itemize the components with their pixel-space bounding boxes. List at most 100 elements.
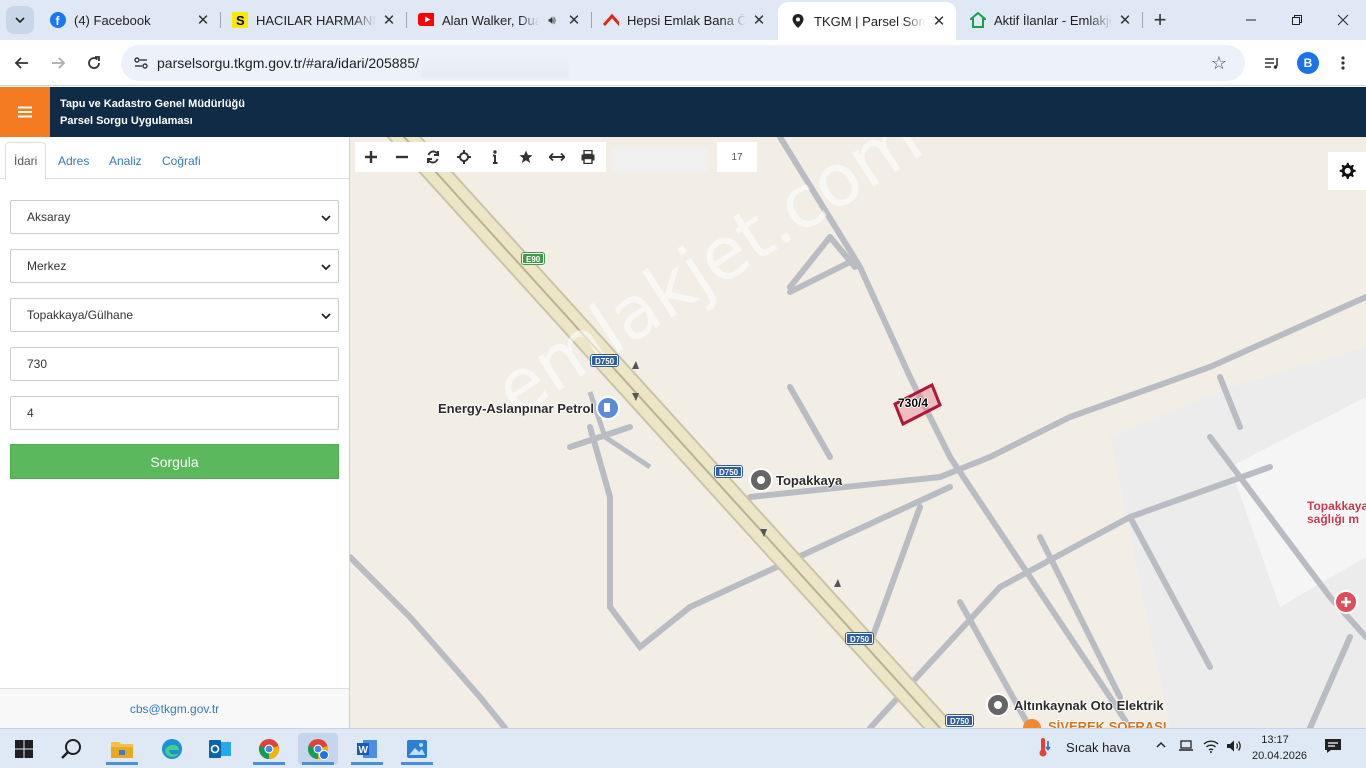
parcel-label[interactable]: 730/4 bbox=[898, 396, 928, 410]
browser-menu-button[interactable] bbox=[1328, 48, 1358, 78]
network-button[interactable] bbox=[1203, 739, 1219, 756]
tab-cografi[interactable]: Coğrafi bbox=[154, 142, 209, 179]
restore-icon bbox=[1292, 15, 1302, 25]
reload-button[interactable] bbox=[79, 48, 109, 78]
map-toolbar bbox=[355, 142, 606, 172]
poi-label-health[interactable]: Topakkaya sağlığı m bbox=[1307, 500, 1366, 526]
poi-label-oto-elektrik[interactable]: Altınkaynak Oto Elektrik bbox=[1014, 698, 1164, 713]
tab-tkgm[interactable]: TKGM | Parsel Sorgu ✕ bbox=[778, 2, 956, 40]
svg-text:W: W bbox=[359, 745, 369, 756]
auto-service-marker[interactable] bbox=[986, 693, 1010, 717]
locate-button[interactable] bbox=[448, 142, 479, 172]
chrome-icon bbox=[308, 739, 329, 760]
measure-button[interactable] bbox=[541, 142, 572, 172]
printer-icon bbox=[581, 150, 594, 164]
new-tab-button[interactable]: + bbox=[1148, 7, 1172, 32]
volume-button[interactable] bbox=[1226, 739, 1242, 756]
zoom-in-button[interactable] bbox=[355, 142, 386, 172]
tab-adres[interactable]: Adres bbox=[50, 142, 97, 179]
tab-hepsiemlak[interactable]: Hepsi Emlak Bana Öz ✕ bbox=[591, 0, 776, 40]
facebook-icon: f bbox=[50, 12, 66, 28]
print-button[interactable] bbox=[572, 142, 603, 172]
map-settings-button[interactable] bbox=[1328, 152, 1366, 190]
app-header: Tapu ve Kadastro Genel Müdürlüğü Parsel … bbox=[0, 87, 1366, 137]
footer-email-link[interactable]: cbs@tkgm.gov.tr bbox=[0, 688, 349, 728]
tab-analiz[interactable]: Analiz bbox=[101, 142, 150, 179]
back-button[interactable] bbox=[7, 48, 37, 78]
media-control-button[interactable] bbox=[1257, 48, 1287, 78]
clock[interactable]: 13:17 20.04.2026 bbox=[1252, 732, 1307, 764]
place-marker[interactable] bbox=[749, 468, 773, 492]
address-bar[interactable]: parselsorgu.tkgm.gov.tr/#ara/idari/20588… bbox=[121, 45, 1245, 81]
map-view[interactable]: emlakjet.com E90 D750 D750 D750 D750 Ene… bbox=[350, 137, 1366, 728]
start-button[interactable] bbox=[4, 733, 44, 765]
poi-label-topakkaya[interactable]: Topakkaya bbox=[776, 473, 842, 488]
query-tabs: İdari Adres Analiz Coğrafi bbox=[0, 137, 349, 180]
close-icon bbox=[1337, 14, 1349, 26]
close-tab-icon[interactable]: ✕ bbox=[750, 11, 768, 29]
mahalle-select[interactable]: Topakkaya/Gülhane bbox=[10, 298, 339, 332]
site-settings-icon[interactable] bbox=[129, 51, 153, 75]
wifi-icon bbox=[1203, 740, 1219, 753]
poi-label-restaurant[interactable]: SİVEREK SOFRASI bbox=[1048, 719, 1166, 728]
close-tab-icon[interactable]: ✕ bbox=[380, 11, 398, 29]
crosshair-icon bbox=[456, 150, 471, 164]
refresh-button[interactable] bbox=[417, 142, 448, 172]
poi-label-petrol[interactable]: Energy-Aslanpınar Petrol bbox=[438, 401, 594, 416]
sorgula-button[interactable]: Sorgula bbox=[10, 444, 339, 479]
close-tab-icon[interactable]: ✕ bbox=[1116, 11, 1134, 29]
chevron-down-icon bbox=[15, 17, 25, 24]
menu-toggle-button[interactable] bbox=[0, 87, 50, 137]
windows-taskbar: W Sıcak hava 13:17 20.04.2026 bbox=[0, 728, 1366, 768]
restore-button[interactable] bbox=[1274, 0, 1320, 40]
photos-icon bbox=[407, 740, 427, 758]
minimize-button[interactable] bbox=[1228, 0, 1274, 40]
forward-button[interactable] bbox=[43, 48, 73, 78]
url-text[interactable]: parselsorgu.tkgm.gov.tr/#ara/idari/20588… bbox=[157, 55, 419, 71]
tray-overflow-button[interactable] bbox=[1155, 739, 1167, 754]
parsel-input[interactable]: 4 bbox=[10, 396, 339, 430]
search-button[interactable] bbox=[52, 733, 92, 765]
favorite-button[interactable] bbox=[510, 142, 541, 172]
back-arrow-icon bbox=[14, 57, 28, 69]
profile-avatar[interactable]: B bbox=[1297, 52, 1319, 74]
edge-button[interactable] bbox=[152, 733, 192, 765]
app-title-line1: Tapu ve Kadastro Genel Müdürlüğü bbox=[60, 98, 245, 110]
ilce-select[interactable]: Merkez bbox=[10, 249, 339, 283]
location-pin-icon bbox=[790, 13, 806, 29]
parsel-input-value: 4 bbox=[27, 406, 34, 420]
fuel-station-marker[interactable] bbox=[596, 396, 620, 420]
word-button[interactable]: W bbox=[347, 733, 387, 765]
close-tab-icon[interactable]: ✕ bbox=[194, 11, 212, 29]
chevron-down-icon bbox=[321, 215, 331, 222]
device-button[interactable] bbox=[1178, 739, 1194, 756]
outlook-button[interactable] bbox=[200, 733, 240, 765]
tab-youtube[interactable]: Alan Walker, Dua 🔊︎ ✕ bbox=[406, 0, 592, 40]
notifications-button[interactable] bbox=[1324, 738, 1342, 757]
chrome-profile-button[interactable] bbox=[298, 733, 338, 765]
word-icon: W bbox=[357, 740, 377, 758]
tab-idari[interactable]: İdari bbox=[5, 142, 47, 180]
zoom-out-button[interactable] bbox=[386, 142, 417, 172]
close-window-button[interactable] bbox=[1320, 0, 1366, 40]
photos-button[interactable] bbox=[397, 733, 437, 765]
health-center-marker[interactable] bbox=[1334, 590, 1358, 614]
weather-widget[interactable]: Sıcak hava bbox=[1036, 737, 1130, 757]
clock-time: 13:17 bbox=[1261, 734, 1289, 746]
close-tab-icon[interactable]: ✕ bbox=[930, 12, 948, 30]
il-select[interactable]: Aksaray bbox=[10, 200, 339, 234]
ada-input[interactable]: 730 bbox=[10, 347, 339, 381]
tab-facebook[interactable]: f (4) Facebook ✕ bbox=[38, 0, 221, 40]
star-icon bbox=[518, 150, 533, 163]
plus-icon bbox=[364, 151, 377, 163]
chrome-button[interactable] bbox=[249, 733, 289, 765]
close-tab-icon[interactable]: ✕ bbox=[565, 11, 583, 29]
bookmark-star-icon[interactable]: ☆ bbox=[1207, 51, 1231, 75]
info-button[interactable] bbox=[479, 142, 510, 172]
speaker-icon[interactable]: 🔊︎ bbox=[543, 11, 561, 29]
tab-search-button[interactable] bbox=[6, 6, 34, 34]
reload-icon bbox=[88, 56, 100, 69]
file-explorer-button[interactable] bbox=[102, 733, 142, 765]
tab-emlakjet[interactable]: Aktif İlanlar - Emlakje ✕ bbox=[958, 0, 1143, 40]
tab-sahibinden[interactable]: S HACILAR HARMANI ✕ bbox=[220, 0, 407, 40]
